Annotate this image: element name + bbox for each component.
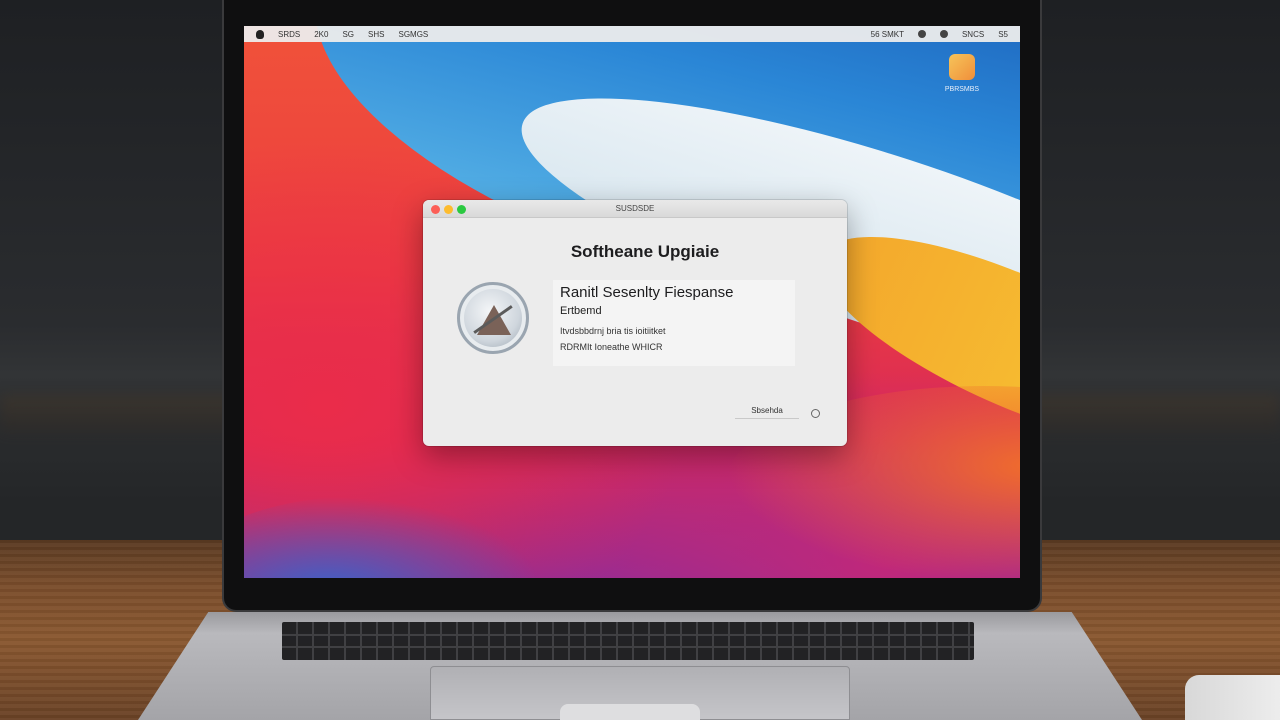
window-titlebar[interactable]: SUSDSDE: [423, 200, 847, 218]
zoom-button[interactable]: [457, 205, 466, 214]
control-center-icon[interactable]: [939, 30, 948, 38]
update-description: RDRMIt Ioneathe WHICR: [560, 342, 663, 352]
keyboard: [282, 622, 974, 660]
menu-item[interactable]: SG: [342, 30, 354, 39]
update-subtitle: Ertbemd: [560, 305, 602, 317]
action-button[interactable]: Sbsehda: [735, 403, 799, 419]
desktop-icon[interactable]: PBRSMBS: [932, 54, 992, 93]
wallpaper-wave-low-blue: [244, 496, 544, 578]
dialog-heading: Softheane Upgiaie: [570, 242, 720, 261]
close-button[interactable]: [431, 205, 440, 214]
update-name: Ranitl Sesenlty Fiespanse: [560, 284, 734, 301]
folder-icon: [949, 54, 975, 80]
software-update-dialog: SUSDSDE Softheane Upgiaie Ranitl Sesenlt…: [423, 200, 847, 446]
status-item[interactable]: S5: [998, 30, 1008, 39]
screen: SRDS 2K0 SG SHS SGMGS 56 SMKT SNCS S5 PB…: [244, 26, 1020, 578]
desktop-icon-label: PBRSMBS: [944, 86, 980, 93]
menu-left: SRDS 2K0 SG SHS SGMGS: [256, 29, 428, 39]
menu-item[interactable]: SGMGS: [398, 30, 428, 39]
menu-right: 56 SMKT SNCS S5: [871, 30, 1008, 39]
update-description: Itvdsbbdrnj bria tis ioitiitket: [560, 326, 666, 336]
wifi-icon[interactable]: [917, 30, 926, 38]
laptop-lip: [560, 704, 700, 720]
menu-bar: SRDS 2K0 SG SHS SGMGS 56 SMKT SNCS S5: [244, 26, 1020, 42]
window-title: SUSDSDE: [615, 204, 655, 213]
menu-item[interactable]: 2K0: [314, 30, 328, 39]
coffee-mug: [1185, 675, 1280, 720]
menu-item[interactable]: SHS: [368, 30, 384, 39]
help-icon[interactable]: [811, 409, 820, 418]
software-update-icon: [457, 282, 529, 354]
minimize-button[interactable]: [444, 205, 453, 214]
status-item[interactable]: SNCS: [962, 30, 984, 39]
menu-item[interactable]: SRDS: [278, 30, 300, 39]
apple-menu-icon[interactable]: [256, 29, 264, 39]
window-controls: [431, 205, 466, 214]
status-item[interactable]: 56 SMKT: [871, 30, 904, 39]
